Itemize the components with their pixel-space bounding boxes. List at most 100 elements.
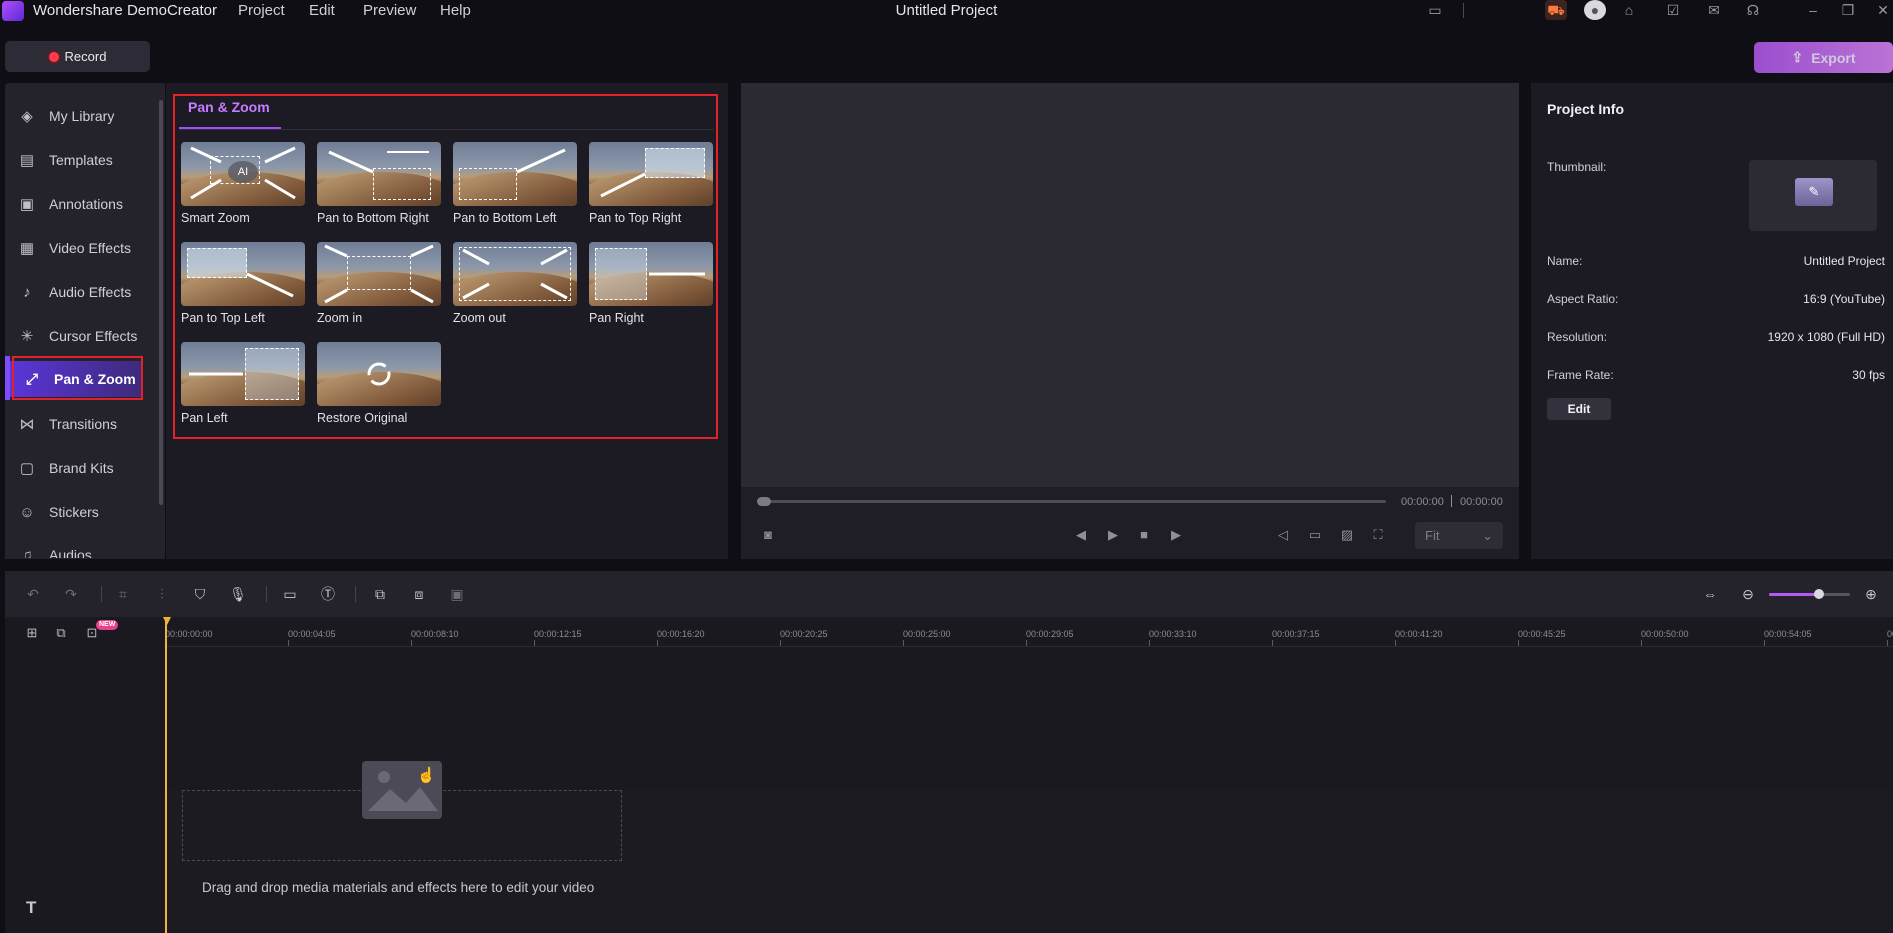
undo-icon[interactable]: ↶ [23,584,43,604]
name-value: Untitled Project [1803,254,1885,268]
aspect-ratio-icon[interactable]: ▭ [1305,526,1325,544]
minimize-icon[interactable]: – [1802,0,1824,20]
caption-icon[interactable]: ▭ [280,584,300,604]
sidebar-item-audios[interactable]: ♫ Audios [5,538,160,558]
zoom-slider-handle[interactable] [1814,589,1824,599]
aspect-ratio-value: 16:9 (YouTube) [1803,292,1885,306]
ruler-label: 00:00:25:00 [903,629,951,639]
stop-icon[interactable]: ■ [1134,526,1154,544]
title-divider [1463,3,1464,18]
annotation-icon: ▣ [19,196,35,213]
support-icon[interactable]: ☊ [1742,0,1764,20]
mail-icon[interactable]: ✉ [1703,0,1725,20]
ruler-tick [657,640,658,646]
ruler-label: 00:00:37:15 [1272,629,1320,639]
music-note-icon: ♪ [23,283,31,301]
sidebar-item-templates[interactable]: ▤ Templates [5,142,160,178]
next-frame-icon[interactable]: ▶ [1166,526,1186,544]
prev-frame-icon[interactable]: ◀ [1071,526,1091,544]
toolbar-divider [101,586,102,602]
ruler-label: 00:00:04:05 [288,629,336,639]
graduation-cap-icon[interactable]: ⌂ [1618,0,1640,20]
ruler-tick [1395,640,1396,646]
clapper-icon: ▦ [19,240,35,257]
ruler-tick [1764,640,1765,646]
record-label: Record [64,49,107,64]
seek-handle[interactable] [757,497,771,506]
smiley-icon: ☺ [19,503,35,521]
zoom-slider-track[interactable] [1820,593,1850,596]
sidebar-item-my-library[interactable]: ◈ My Library [5,98,160,134]
export-label: Export [1811,49,1856,66]
sidebar-item-label: Annotations [49,196,123,212]
sidebar-item-annotations[interactable]: ▣ Annotations [5,186,160,222]
ruler-label: 00:0 [1887,629,1893,639]
fit-timeline-icon[interactable]: ⇔ [1700,584,1720,604]
fullscreen-icon[interactable]: ⛶ [1368,526,1388,544]
zoom-slider-fill[interactable] [1769,593,1820,596]
seek-bar[interactable] [760,500,1386,503]
text-track-icon[interactable]: T [26,898,36,918]
window-title: Untitled Project [895,2,998,19]
redo-icon[interactable]: ↷ [61,584,81,604]
new-badge: NEW [96,620,119,630]
sidebar-item-video-effects[interactable]: ▦ Video Effects [5,230,160,266]
sidebar-item-stickers[interactable]: ☺ Stickers [5,494,160,530]
sidebar-item-cursor-effects[interactable]: ✳ Cursor Effects [5,318,160,354]
resolution-label: Resolution: [1547,330,1608,344]
export-button[interactable]: ⇪ Export [1754,42,1893,73]
notes-icon[interactable]: ▭ [1424,0,1446,20]
total-time: 00:00:00 [1460,496,1503,508]
group-icon[interactable]: ⧉ [370,584,390,604]
sidebar-item-transitions[interactable]: ⋈ Transitions [5,406,160,442]
highlight-box-sidebar [12,356,143,400]
safe-zone-icon[interactable]: ▨ [1337,526,1357,544]
brand-icon: ▢ [19,460,35,477]
sidebar-item-audio-effects[interactable]: ♪ Audio Effects [5,274,160,310]
record-button[interactable]: Record [5,41,150,72]
hand-cursor-icon: ☝ [417,767,436,784]
toolbar-divider [355,586,356,602]
play-icon[interactable]: ▶ [1103,526,1123,544]
layers-icon: ◈ [21,108,33,125]
audio-icon: ♫ [21,547,33,558]
add-track-icon[interactable]: ⊞ [23,624,41,642]
sidebar-scrollbar[interactable] [159,100,163,505]
ruler-tick [1026,640,1027,646]
ai-portrait-icon[interactable]: ▣ [447,584,467,604]
zoom-out-icon[interactable]: ⊖ [1738,584,1758,604]
shield-icon[interactable]: ⛉ [190,584,210,604]
ruler-tick [1641,640,1642,646]
copy-track-icon[interactable]: ⧉ [52,624,70,642]
edit-pencil-icon[interactable]: ✎ [1795,178,1833,206]
checklist-icon[interactable]: ☑ [1662,0,1684,20]
project-edit-button[interactable]: Edit [1547,398,1611,420]
restore-icon[interactable]: ❐ [1837,0,1859,20]
ruler-label: 00:00:20:25 [780,629,828,639]
snapshot-icon[interactable]: ◙ [758,526,778,544]
project-info-title: Project Info [1547,101,1625,117]
playhead-handle[interactable] [163,617,171,625]
thumbnail-label: Thumbnail: [1547,160,1607,174]
preview-canvas [741,83,1519,487]
crop-icon[interactable]: ⌗ [113,584,133,604]
cart-icon[interactable]: ⛟ [1545,0,1567,20]
zoom-in-icon[interactable]: ⊕ [1861,584,1881,604]
account-icon[interactable]: ● [1584,0,1606,20]
zoom-fit-select[interactable]: Fit ⌄ [1415,522,1503,549]
track-header-column [5,617,164,933]
ungroup-icon[interactable]: ⧈ [409,584,429,604]
text-box-icon[interactable]: Ⓣ [318,584,338,604]
microphone-icon[interactable]: 🎙 [228,584,248,604]
split-icon[interactable]: ⫶ [152,584,172,604]
volume-icon[interactable]: ◁ [1273,526,1293,544]
sidebar-item-brand-kits[interactable]: ▢ Brand Kits [5,450,160,486]
ruler-label: 00:00:33:10 [1149,629,1197,639]
record-dot-icon [48,51,59,62]
playhead[interactable] [165,617,167,933]
close-icon[interactable]: ✕ [1872,0,1893,20]
ruler-tick [1149,640,1150,646]
panel-splitter[interactable] [0,561,1893,567]
aspect-ratio-label: Aspect Ratio: [1547,292,1619,306]
current-time: 00:00:00 [1401,496,1444,508]
